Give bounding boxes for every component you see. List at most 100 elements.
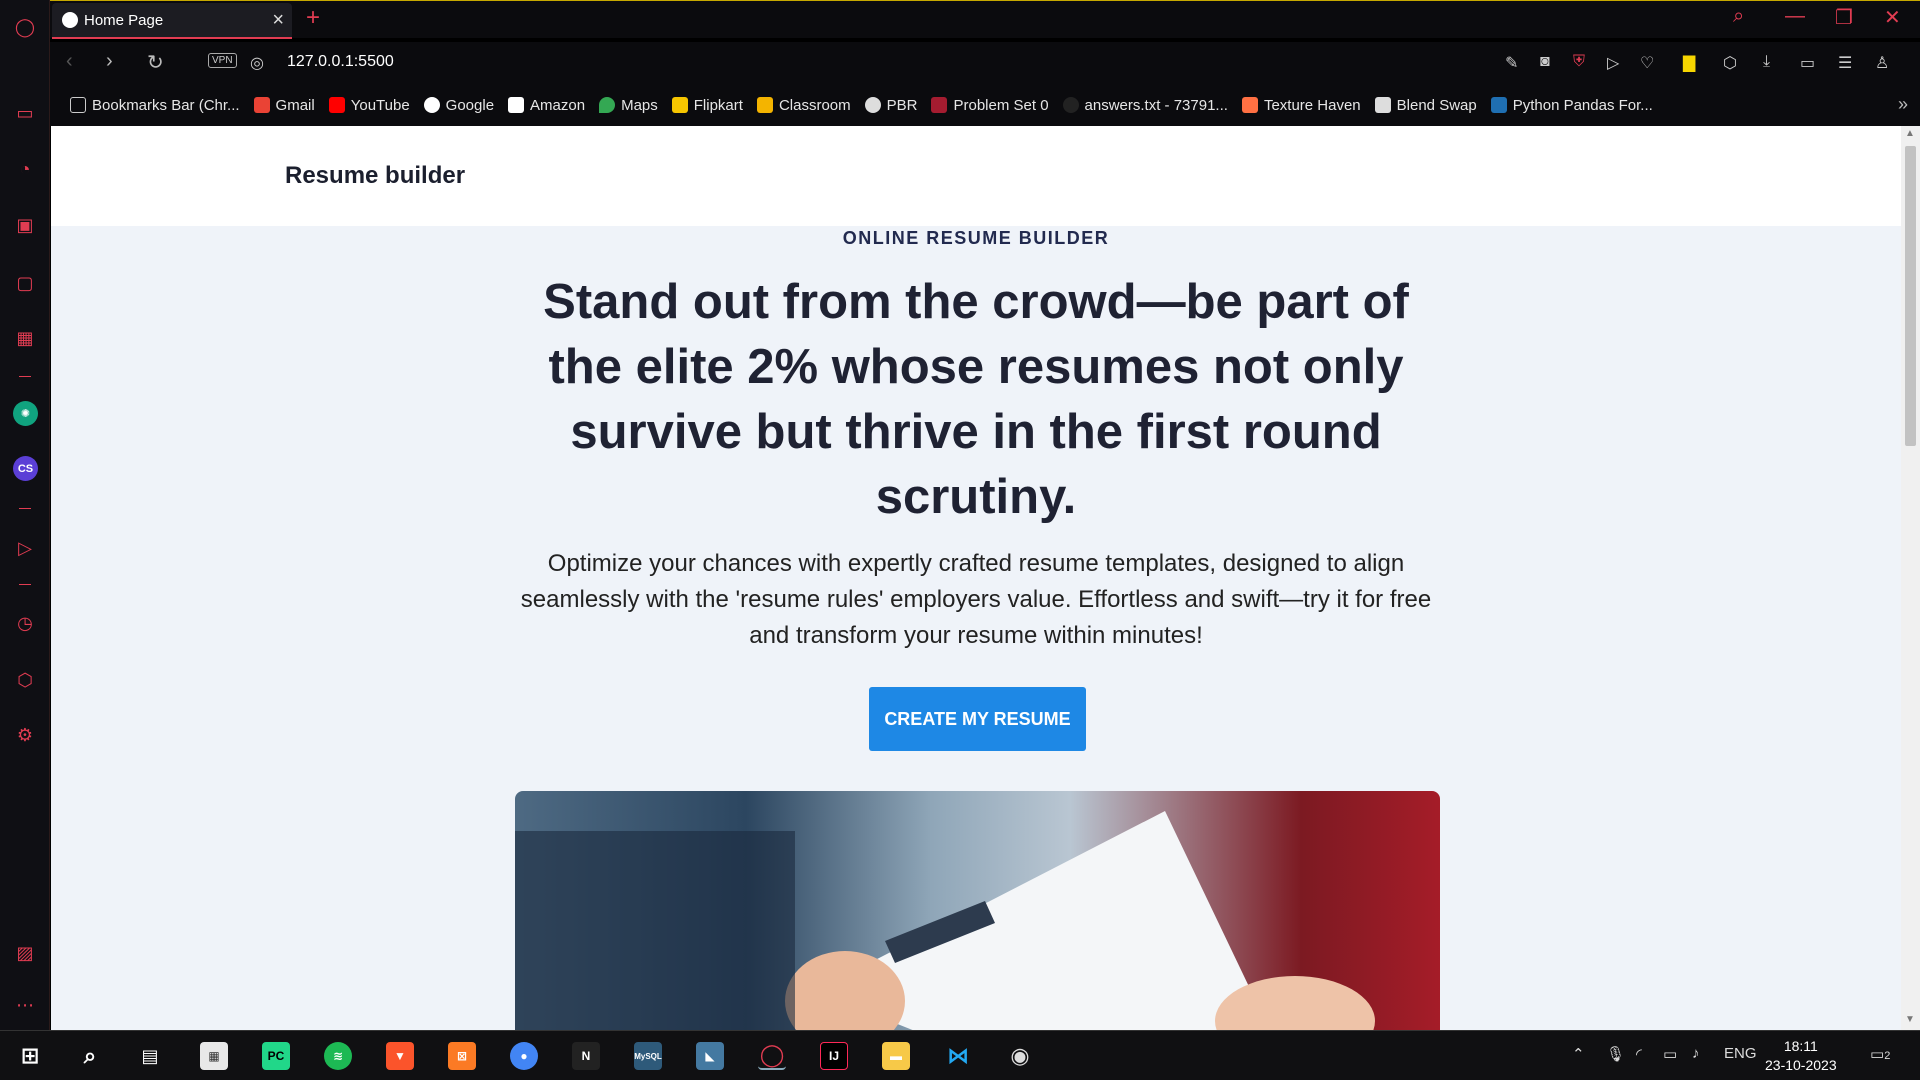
search-icon[interactable]: ⌕: [1733, 5, 1744, 28]
page-scrollbar[interactable]: ▲ ▼: [1901, 126, 1920, 1030]
gamepad-icon[interactable]: ▭: [0, 98, 50, 128]
cs-app-icon[interactable]: CS: [13, 456, 38, 481]
wifi-icon[interactable]: ◜: [1636, 1045, 1642, 1063]
battery-icon[interactable]: ▭: [1800, 53, 1815, 73]
minimize-icon[interactable]: —: [1785, 5, 1805, 28]
cube-icon[interactable]: ⬡: [0, 665, 50, 695]
vpn-badge[interactable]: VPN: [208, 53, 237, 68]
pbr-icon: [864, 97, 881, 113]
forward-icon[interactable]: ›: [106, 50, 113, 73]
bookmark-item[interactable]: Texture Haven: [1241, 97, 1361, 114]
bookmark-item[interactable]: Problem Set 0: [931, 97, 1049, 114]
chip-icon[interactable]: ▦: [0, 323, 50, 353]
easy-setup-icon[interactable]: ☰: [1838, 53, 1852, 73]
address-bar: ‹ › ↻ VPN ◎ 127.0.0.1:5500 ✎ ◙ ⛨ ▷ ♡ ▇ ⬡…: [50, 42, 1920, 84]
edit-icon[interactable]: ✎: [1505, 53, 1518, 73]
gallery-icon[interactable]: ▨: [0, 938, 50, 968]
speedometer-icon[interactable]: ◔: [0, 154, 50, 184]
gift-icon[interactable]: ▣: [0, 210, 50, 240]
chatgpt-icon[interactable]: ✺: [13, 401, 38, 426]
bookmark-item[interactable]: YouTube: [328, 97, 410, 114]
intellij-icon[interactable]: IJ: [820, 1042, 848, 1070]
texture-haven-icon: [1241, 97, 1258, 113]
tab-home-page[interactable]: Home Page ×: [52, 3, 292, 39]
gmail-icon: [253, 97, 270, 113]
back-icon[interactable]: ‹: [66, 50, 73, 73]
battery-tray-icon[interactable]: ▭: [1663, 1045, 1677, 1063]
microsoft-store-icon[interactable]: ▦: [200, 1042, 228, 1070]
bookmark-item[interactable]: Google: [423, 97, 494, 114]
microphone-icon[interactable]: 🎙︎: [1606, 1045, 1625, 1063]
create-resume-button[interactable]: CREATE MY RESUME: [869, 687, 1086, 751]
file-explorer-icon[interactable]: ▬: [882, 1042, 910, 1070]
bookmark-item[interactable]: Classroom: [756, 97, 851, 114]
bookmark-item[interactable]: Flipkart: [671, 97, 743, 114]
bookmarks-overflow-icon[interactable]: »: [1898, 94, 1908, 115]
obs-icon[interactable]: ◉: [1006, 1042, 1034, 1070]
site-brand[interactable]: Resume builder: [285, 162, 465, 190]
bookmark-item[interactable]: Gmail: [253, 97, 315, 114]
bookmark-item[interactable]: answers.txt - 73791...: [1062, 97, 1228, 114]
bookmark-item[interactable]: Amazon: [508, 97, 585, 114]
volume-icon[interactable]: ♪: [1692, 1045, 1700, 1062]
bookmarks-bar: Bookmarks Bar (Chr... Gmail YouTube Goog…: [50, 84, 1920, 126]
pycharm-icon[interactable]: PC: [262, 1042, 290, 1070]
scroll-down-icon[interactable]: ▼: [1905, 1014, 1915, 1025]
brave-icon[interactable]: ▼: [386, 1042, 414, 1070]
bookmark-item[interactable]: Bookmarks Bar (Chr...: [70, 97, 240, 114]
download-icon[interactable]: ⤓: [1763, 53, 1770, 71]
suit-sleeve: [515, 831, 795, 1030]
send-icon[interactable]: ▷: [1607, 53, 1619, 73]
sidebar-separator: [19, 584, 31, 585]
pandas-icon: [1490, 97, 1507, 113]
shield-icon[interactable]: ⛨: [1573, 53, 1585, 71]
box-icon[interactable]: ⬡: [1723, 53, 1737, 73]
youtube-icon: [328, 97, 345, 113]
mysql-icon[interactable]: MySQL: [634, 1042, 662, 1070]
clock[interactable]: 18:11 23-10-2023: [1765, 1037, 1837, 1075]
history-icon[interactable]: ◷: [0, 608, 50, 638]
bookmark-item[interactable]: PBR: [864, 97, 917, 114]
chrome-icon[interactable]: ●: [510, 1042, 538, 1070]
settings-icon[interactable]: ⚙: [0, 720, 50, 750]
restore-icon[interactable]: ❐: [1835, 5, 1853, 30]
screen: ◯ ▭ ◔ ▣ ▢ ▦ ✺ CS ▷ ◷ ⬡ ⚙ ▨ ⋯ Home Page ×…: [0, 0, 1920, 1080]
scroll-thumb[interactable]: [1905, 146, 1916, 446]
notifications-icon[interactable]: ▭2: [1870, 1045, 1890, 1063]
clock-time: 18:11: [1783, 1038, 1818, 1054]
play-icon[interactable]: ▷: [0, 533, 50, 563]
new-tab-icon[interactable]: +: [306, 4, 320, 32]
amazon-icon: [508, 97, 525, 113]
profile-icon[interactable]: ♙: [1875, 53, 1889, 73]
close-window-icon[interactable]: ✕: [1884, 5, 1901, 30]
tray-overflow-icon[interactable]: ⌃: [1572, 1045, 1585, 1063]
bookmark-item[interactable]: Blend Swap: [1374, 97, 1477, 114]
scroll-up-icon[interactable]: ▲: [1905, 128, 1915, 139]
close-tab-icon[interactable]: ×: [272, 9, 284, 32]
spotify-icon[interactable]: ≋: [324, 1042, 352, 1070]
vscode-icon[interactable]: ⋈: [944, 1042, 972, 1070]
maps-icon: [599, 97, 616, 113]
notion-icon[interactable]: N: [572, 1042, 600, 1070]
sidebar-separator: [19, 376, 31, 377]
search-icon[interactable]: ⌕: [76, 1042, 104, 1070]
site-info-icon[interactable]: ◎: [250, 53, 264, 73]
opera-logo-icon[interactable]: ◯: [0, 12, 50, 42]
heart-icon[interactable]: ♡: [1640, 53, 1654, 73]
windows-start-icon[interactable]: ⊞: [16, 1042, 44, 1070]
camera-icon[interactable]: ◙: [1540, 53, 1550, 71]
opera-taskbar-icon[interactable]: ◯: [758, 1042, 786, 1070]
sidebar-separator: [19, 508, 31, 509]
twitch-icon[interactable]: ▢: [0, 268, 50, 298]
bookmark-item[interactable]: Python Pandas For...: [1490, 97, 1653, 114]
language-indicator[interactable]: ENG: [1724, 1045, 1757, 1062]
xampp-icon[interactable]: ⊠: [448, 1042, 476, 1070]
url-field[interactable]: 127.0.0.1:5500: [287, 53, 394, 71]
task-view-icon[interactable]: ▤: [136, 1042, 164, 1070]
more-icon[interactable]: ⋯: [0, 990, 50, 1020]
reload-icon[interactable]: ↻: [147, 50, 164, 75]
bookmark-item[interactable]: Maps: [599, 97, 658, 114]
extension-icon[interactable]: ▇: [1683, 53, 1695, 73]
mysql-workbench-icon[interactable]: ◣: [696, 1042, 724, 1070]
classroom-icon: [756, 97, 773, 113]
